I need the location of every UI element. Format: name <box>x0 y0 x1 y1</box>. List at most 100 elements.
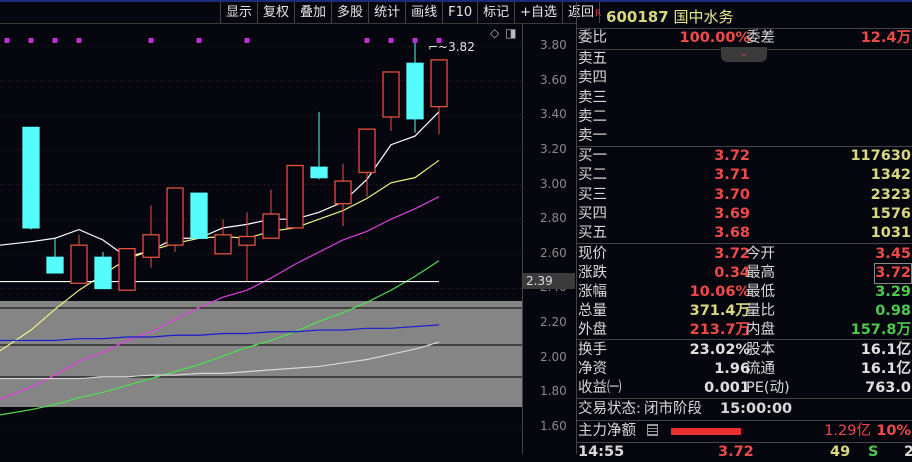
fund-value: 763.0 <box>865 380 911 396</box>
quote-stat-row: 涨跌 0.34 最高 3.72 <box>578 262 912 284</box>
ask-label: 卖一 <box>578 128 607 145</box>
statistics-button[interactable]: 统计 <box>369 2 407 23</box>
y-tick-label: 1.60 <box>540 419 567 434</box>
fundamental-row: 换手 23.02% 股本 16.1亿 <box>578 341 912 360</box>
fund-label: 流通 <box>746 361 775 377</box>
signal-marker <box>52 38 58 43</box>
candle-body <box>118 247 136 291</box>
weicha-value: 12.4万 <box>860 30 911 46</box>
bid-price: 3.68 <box>714 225 750 242</box>
overlay-button[interactable]: 叠加 <box>295 2 333 23</box>
divider <box>577 398 912 399</box>
signal-marker <box>244 38 250 43</box>
adjust-rights-button[interactable]: 复权 <box>258 2 296 23</box>
candle-body <box>310 166 328 179</box>
divider <box>577 420 912 421</box>
bid-row: 买五 3.68 1031 <box>578 224 912 243</box>
multi-stock-button[interactable]: 多股 <box>332 2 370 23</box>
signal-marker <box>196 38 202 43</box>
y-tick-label: 3.40 <box>540 107 567 122</box>
stat-value: 3.72 <box>874 262 912 284</box>
bid-volume: 117630 <box>850 148 911 164</box>
candle-body <box>142 234 160 258</box>
status-label: 交易状态: <box>578 401 641 417</box>
quote-stat-row: 总量 371.4万 量比 0.98 <box>578 302 912 321</box>
weibi-value: 100.00% <box>679 30 750 46</box>
candle-body <box>214 234 232 255</box>
ask-row: 卖三 <box>578 89 912 108</box>
ask-label: 卖四 <box>578 70 607 87</box>
y-tick-label: 2.60 <box>540 245 567 260</box>
crosshair-price-tag: 2.39 <box>523 273 575 289</box>
bid-row: 买一 3.72 117630 <box>578 147 912 166</box>
candlestick-chart[interactable] <box>0 24 522 454</box>
candle-body <box>382 71 400 118</box>
stock-code: 600187 <box>606 8 669 26</box>
bid-row: 买三 3.70 2323 <box>578 186 912 205</box>
main-fund-bar <box>671 428 741 435</box>
bid-price: 3.72 <box>714 148 750 164</box>
diamond-icon[interactable]: ◇ <box>490 26 499 40</box>
display-button[interactable]: 显示 <box>221 2 259 23</box>
fund-label: PE(动) <box>746 380 790 396</box>
stat-value: 3.72 <box>714 246 750 262</box>
weicha-label: 委差 <box>746 30 775 46</box>
fund-label: 换手 <box>578 342 607 358</box>
tick-row: 14:55 3.72 49 S 2 <box>578 443 912 462</box>
signal-marker <box>364 38 370 43</box>
candle-body <box>166 187 184 246</box>
stat-label: 内盘 <box>746 321 775 338</box>
status-value: 闭市阶段 <box>644 401 702 417</box>
panel-toggle-icon[interactable]: ◨ <box>505 26 516 40</box>
bid-label: 买一 <box>578 148 607 164</box>
stat-value: 371.4万 <box>689 302 750 319</box>
price-axis-line <box>522 24 523 454</box>
candle-body <box>238 235 256 246</box>
candle-body <box>190 192 208 239</box>
quote-stat-row: 外盘 213.7万 内盘 157.8万 <box>578 321 912 340</box>
candle-body <box>262 213 280 239</box>
stat-label: 涨跌 <box>578 264 607 281</box>
stock-title: R 600187 国中水务 <box>595 6 733 27</box>
tick-price: 3.72 <box>718 444 754 460</box>
stat-value: 10.06% <box>689 283 750 300</box>
signal-marker <box>412 38 418 43</box>
main-fund-row: 主力净额 <box>578 422 912 441</box>
f10-button[interactable]: F10 <box>443 2 479 23</box>
stat-label: 现价 <box>578 246 607 262</box>
fund-value: 23.02% <box>689 342 750 358</box>
quote-stat-row: 现价 3.72 今开 3.45 <box>578 245 912 264</box>
candle-body <box>286 164 304 229</box>
fund-value: 16.1亿 <box>860 342 911 358</box>
chart-toolbar: 显示 复权 叠加 多股 统计 画线 F10 标记 +自选 返回 <box>220 2 601 23</box>
mark-button[interactable]: 标记 <box>478 2 516 23</box>
bid-label: 买三 <box>578 186 607 203</box>
signal-marker <box>76 38 82 43</box>
indicator-band <box>0 301 522 407</box>
candle-body <box>358 128 376 174</box>
candle-body <box>406 62 424 120</box>
y-tick-label: 3.00 <box>540 176 567 191</box>
bid-label: 买二 <box>578 167 607 184</box>
draw-line-button[interactable]: 画线 <box>406 2 444 23</box>
fundamental-row: 收益㈠ 0.001 PE(动) 763.0 <box>578 379 912 398</box>
bid-volume: 1031 <box>870 225 911 242</box>
bid-label: 买四 <box>578 205 607 222</box>
bid-volume: 2323 <box>870 186 911 203</box>
ask-label: 卖三 <box>578 89 607 106</box>
stat-label: 今开 <box>746 246 775 262</box>
candle-body <box>46 256 64 274</box>
stock-name: 国中水务 <box>673 8 734 26</box>
tick-volume: 49 <box>830 444 851 460</box>
add-watchlist-button[interactable]: +自选 <box>515 2 564 23</box>
candle-body <box>334 180 352 205</box>
main-fund-label: 主力净额 <box>578 423 636 439</box>
bid-volume: 1342 <box>870 167 911 184</box>
y-tick-label: 2.20 <box>540 315 567 330</box>
bid-row: 买二 3.71 1342 <box>578 166 912 185</box>
y-tick-label: 1.80 <box>540 384 567 399</box>
stat-value: 157.8万 <box>850 321 911 338</box>
document-icon[interactable] <box>647 424 658 436</box>
ask-row: 卖四 <box>578 69 912 88</box>
signal-marker <box>28 38 34 43</box>
